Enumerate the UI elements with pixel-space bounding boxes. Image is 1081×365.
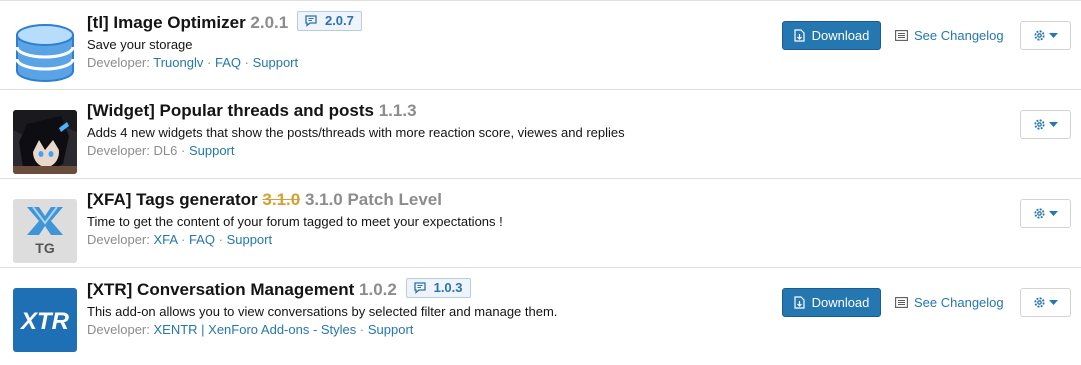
addon-list: [tl] Image Optimizer 2.0.1 2.0.7 Save yo…	[0, 0, 1081, 364]
support-link[interactable]: Support	[227, 232, 273, 247]
addon-row-conversation-management: XTR [XTR] Conversation Management 1.0.2 …	[0, 268, 1081, 365]
settings-menu-button[interactable]	[1020, 288, 1071, 317]
xfa-tg-logo-icon: TG	[13, 199, 77, 263]
addon-developer: Developer: DL6 · Support	[87, 143, 235, 158]
addon-row-tags-generator: TG [XFA] Tags generator 3.1.0 3.1.0 Patc…	[0, 179, 1081, 268]
gear-icon	[1034, 297, 1045, 308]
comment-icon	[413, 282, 426, 294]
addon-developer: Developer: XENTR | XenForo Add-ons - Sty…	[87, 322, 414, 337]
addon-description: This add-on allows you to view conversat…	[87, 304, 558, 319]
database-icon	[13, 21, 77, 85]
gear-icon	[1034, 119, 1045, 130]
anime-character-icon	[13, 110, 77, 174]
see-changelog-link[interactable]: See Changelog	[895, 21, 1004, 50]
caret-down-icon	[1049, 210, 1058, 216]
update-badge[interactable]: 1.0.3	[405, 278, 471, 298]
list-icon	[895, 297, 908, 308]
addon-title: [XTR] Conversation Management 1.0.2 1.0.…	[87, 278, 821, 301]
addon-description: Adds 4 new widgets that show the posts/t…	[87, 125, 625, 140]
addon-title: [XFA] Tags generator 3.1.0 3.1.0 Patch L…	[87, 190, 442, 209]
comment-icon	[305, 15, 317, 27]
settings-menu-button[interactable]	[1020, 199, 1071, 228]
addon-title: [Widget] Popular threads and posts 1.1.3	[87, 101, 417, 120]
file-download-icon	[793, 29, 805, 42]
developer-link[interactable]: Truonglv	[153, 55, 203, 70]
addon-description: Save your storage	[87, 37, 193, 52]
settings-menu-button[interactable]	[1020, 21, 1071, 50]
addon-developer: Developer: XFA · FAQ · Support	[87, 232, 273, 247]
caret-down-icon	[1049, 299, 1058, 305]
xtr-logo-icon: XTR	[13, 288, 77, 352]
caret-down-icon	[1049, 32, 1058, 38]
see-changelog-link[interactable]: See Changelog	[895, 288, 1004, 317]
addon-title: [tl] Image Optimizer 2.0.1 2.0.7	[87, 11, 821, 34]
addon-row-popular-threads: [Widget] Popular threads and posts 1.1.3…	[0, 90, 1081, 179]
download-button[interactable]: Download	[782, 288, 881, 317]
faq-link[interactable]: FAQ	[215, 55, 241, 70]
developer-link[interactable]: XENTR | XenForo Add-ons - Styles	[154, 322, 357, 337]
addon-description: Time to get the content of your forum ta…	[87, 214, 503, 229]
svg-text:XTR: XTR	[19, 308, 70, 335]
support-link[interactable]: Support	[253, 55, 299, 70]
support-link[interactable]: Support	[189, 143, 235, 158]
update-badge[interactable]: 2.0.7	[296, 11, 362, 31]
gear-icon	[1034, 208, 1045, 219]
svg-text:TG: TG	[35, 240, 55, 256]
addon-row-image-optimizer: [tl] Image Optimizer 2.0.1 2.0.7 Save yo…	[0, 1, 1081, 90]
developer-link[interactable]: XFA	[154, 232, 178, 247]
faq-link[interactable]: FAQ	[189, 232, 215, 247]
old-version: 3.1.0	[262, 190, 301, 209]
gear-icon	[1034, 30, 1045, 41]
settings-menu-button[interactable]	[1020, 110, 1071, 139]
file-download-icon	[793, 296, 805, 309]
caret-down-icon	[1049, 121, 1058, 127]
support-link[interactable]: Support	[368, 322, 414, 337]
download-button[interactable]: Download	[782, 21, 881, 50]
list-icon	[895, 30, 908, 41]
addon-developer: Developer: Truonglv · FAQ · Support	[87, 55, 299, 70]
